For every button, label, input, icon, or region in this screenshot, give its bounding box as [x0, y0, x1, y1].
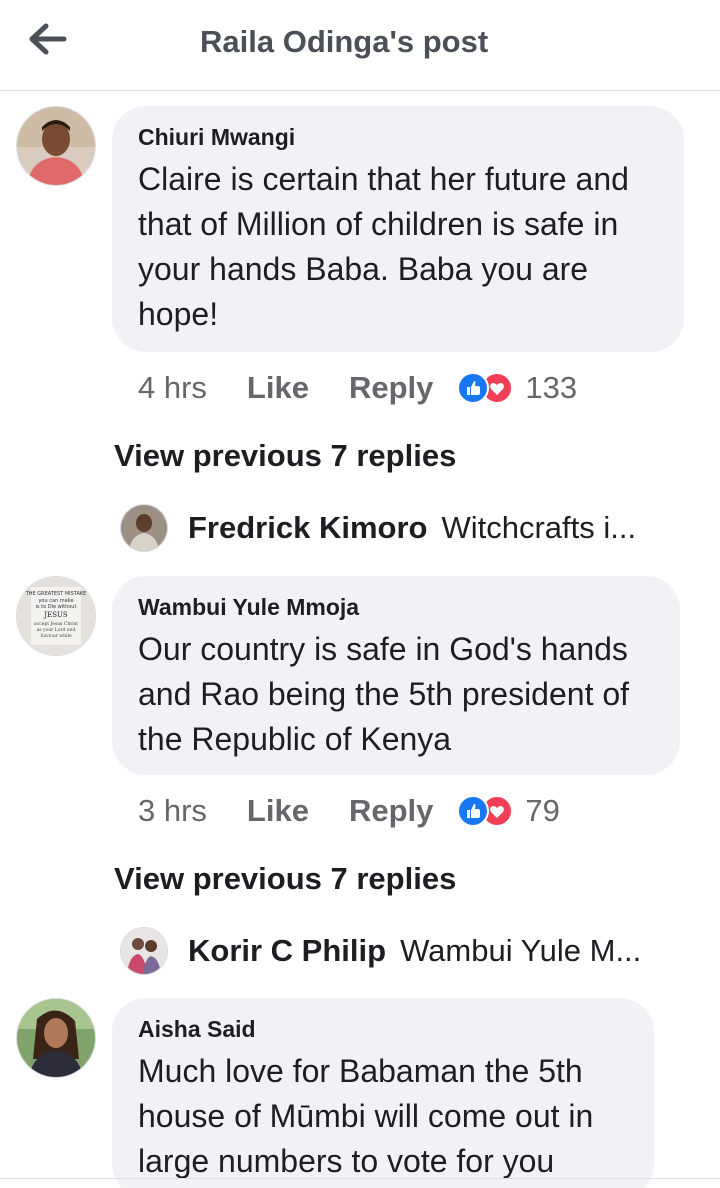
- reply-button[interactable]: Reply: [349, 370, 433, 406]
- reaction-count: 79: [525, 793, 560, 828]
- reply-avatar[interactable]: [120, 927, 168, 975]
- comment-author[interactable]: Aisha Said: [138, 1016, 628, 1043]
- svg-text:JESUS: JESUS: [43, 611, 68, 619]
- svg-text:THE GREATEST MISTAKE: THE GREATEST MISTAKE: [25, 591, 87, 597]
- view-previous-replies[interactable]: View previous 7 replies: [114, 438, 456, 474]
- like-button[interactable]: Like: [247, 793, 309, 829]
- comment-bubble[interactable]: Chiuri Mwangi Claire is certain that her…: [112, 106, 684, 352]
- comment-bubble[interactable]: Wambui Yule Mmoja Our country is safe in…: [112, 576, 680, 775]
- svg-text:as your Lord and: as your Lord and: [37, 627, 76, 633]
- svg-text:accept Jesus Christ: accept Jesus Christ: [34, 621, 78, 627]
- arrow-left-icon: [29, 23, 67, 55]
- reply-author[interactable]: Korir C Philip: [188, 933, 386, 969]
- bottom-divider: [0, 1178, 720, 1179]
- like-reaction-icon: [457, 372, 490, 404]
- comment-bubble[interactable]: Aisha Said Much love for Babaman the 5th…: [112, 998, 654, 1188]
- reactions-summary[interactable]: 133: [457, 370, 577, 406]
- comment-actions: 3 hrs Like Reply 79: [138, 789, 560, 833]
- reply-text: Witchcrafts i...: [441, 510, 637, 545]
- like-button[interactable]: Like: [247, 370, 309, 406]
- svg-text:Saviour while: Saviour while: [40, 633, 72, 639]
- like-reaction-icon: [457, 795, 490, 827]
- reply-preview[interactable]: Korir C Philip Wambui Yule M...: [120, 926, 680, 976]
- comment-time[interactable]: 3 hrs: [138, 793, 207, 829]
- reply-button[interactable]: Reply: [349, 793, 433, 829]
- comment-author[interactable]: Wambui Yule Mmoja: [138, 594, 654, 621]
- comment-author[interactable]: Chiuri Mwangi: [138, 124, 658, 151]
- comment-text: Claire is certain that her future and th…: [138, 161, 629, 332]
- back-button[interactable]: [26, 20, 70, 60]
- comment-actions: 4 hrs Like Reply 133: [138, 366, 577, 410]
- reactions-summary[interactable]: 79: [457, 793, 560, 829]
- reply-avatar[interactable]: [120, 504, 168, 552]
- commenter-avatar[interactable]: [16, 106, 96, 186]
- reply-text: Wambui Yule M...: [400, 933, 642, 968]
- commenter-avatar[interactable]: [16, 998, 96, 1078]
- top-bar: Raila Odinga's post: [0, 0, 720, 91]
- reply-author[interactable]: Fredrick Kimoro: [188, 510, 427, 546]
- reaction-count: 133: [525, 370, 578, 405]
- svg-text:is to Die without: is to Die without: [36, 604, 77, 610]
- page-title: Raila Odinga's post: [200, 24, 489, 59]
- comment-text: Much love for Babaman the 5th house of M…: [138, 1053, 594, 1179]
- view-previous-replies[interactable]: View previous 7 replies: [114, 861, 456, 897]
- commenter-avatar[interactable]: THE GREATEST MISTAKE you can make is to …: [16, 576, 96, 656]
- comment-time[interactable]: 4 hrs: [138, 370, 207, 406]
- reply-preview[interactable]: Fredrick Kimoro Witchcrafts i...: [120, 503, 680, 553]
- comment-text: Our country is safe in God's hands and R…: [138, 631, 630, 757]
